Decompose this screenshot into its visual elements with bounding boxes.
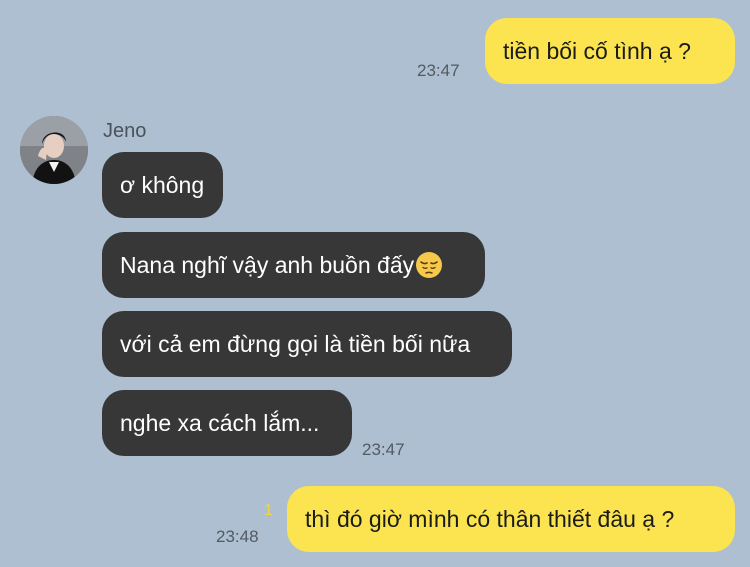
message-text: nghe xa cách lắm... — [120, 410, 320, 436]
incoming-message-bubble[interactable]: ơ không — [102, 152, 223, 218]
incoming-message-bubble[interactable]: Nana nghĩ vậy anh buồn đấy — [102, 232, 485, 298]
outgoing-message-bubble[interactable]: thì đó giờ mình có thân thiết đâu ạ ? — [287, 486, 735, 552]
sender-name: Jeno — [103, 120, 147, 142]
message-text: với cả em đừng gọi là tiền bối nữa — [120, 331, 471, 357]
timestamp: 23:48 — [216, 527, 259, 546]
unread-count: 1 — [264, 502, 273, 519]
message-text: ơ không — [120, 172, 205, 198]
incoming-message-bubble[interactable]: với cả em đừng gọi là tiền bối nữa — [102, 311, 512, 377]
incoming-message-bubble[interactable]: nghe xa cách lắm... — [102, 390, 352, 456]
pensive-face-icon — [416, 251, 443, 278]
timestamp: 23:47 — [362, 440, 405, 459]
message-text: thì đó giờ mình có thân thiết đâu ạ ? — [305, 506, 675, 532]
timestamp: 23:47 — [417, 61, 460, 80]
message-text: Nana nghĩ vậy anh buồn đấy — [120, 252, 415, 278]
avatar[interactable] — [20, 116, 88, 184]
avatar-photo-icon — [20, 116, 88, 184]
outgoing-message-bubble[interactable]: tiền bối cố tình ạ ? — [485, 18, 735, 84]
message-text: tiền bối cố tình ạ ? — [503, 38, 691, 64]
